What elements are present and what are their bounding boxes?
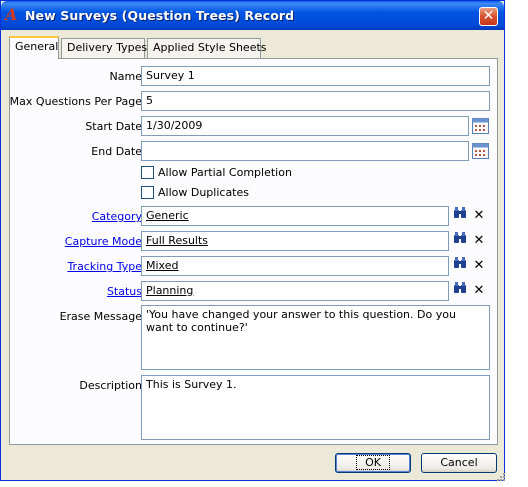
ok-button-label: OK	[356, 455, 390, 470]
window-title: New Surveys (Question Trees) Record	[25, 8, 295, 23]
binoculars-icon[interactable]	[451, 256, 469, 275]
app-logo-icon: A	[5, 5, 18, 24]
description-textarea[interactable]: This is Survey 1.	[141, 375, 490, 440]
category-link[interactable]: Category	[92, 210, 142, 223]
calendar-icon[interactable]	[471, 141, 490, 160]
clear-x-icon[interactable]: ✕	[470, 206, 488, 225]
start-date-field[interactable]: 1/30/2009	[141, 116, 469, 136]
tracking-type-link[interactable]: Tracking Type	[67, 260, 142, 273]
clear-x-icon[interactable]: ✕	[470, 231, 488, 250]
max-questions-label: Max Questions Per Page	[9, 95, 142, 108]
binoculars-icon[interactable]	[451, 231, 469, 250]
allow-partial-label[interactable]: Allow Partial Completion	[158, 166, 292, 179]
status-field[interactable]: Planning	[141, 281, 449, 301]
tab-general[interactable]: General	[9, 36, 59, 59]
calendar-icon[interactable]	[471, 116, 490, 135]
ok-button[interactable]: OK	[335, 453, 411, 473]
tab-delivery-types[interactable]: Delivery Types	[61, 38, 147, 58]
name-label: Name	[109, 70, 142, 83]
close-button[interactable]: ✕	[479, 7, 498, 26]
binoculars-icon[interactable]	[451, 281, 469, 300]
allow-duplicates-label[interactable]: Allow Duplicates	[158, 186, 249, 199]
close-icon: ✕	[482, 8, 495, 24]
end-date-field[interactable]	[141, 141, 469, 161]
clear-x-icon[interactable]: ✕	[470, 256, 488, 275]
tracking-type-field[interactable]: Mixed	[141, 256, 449, 276]
capture-mode-field[interactable]: Full Results	[141, 231, 449, 251]
name-field[interactable]: Survey 1	[141, 66, 490, 86]
end-date-label: End Date	[91, 145, 142, 158]
cancel-button[interactable]: Cancel	[421, 453, 497, 473]
allow-duplicates-checkbox[interactable]	[141, 186, 154, 199]
clear-x-icon[interactable]: ✕	[470, 281, 488, 300]
max-questions-field[interactable]: 5	[141, 91, 490, 111]
erase-message-textarea[interactable]: 'You have changed your answer to this qu…	[141, 305, 490, 370]
start-date-label: Start Date	[85, 120, 142, 133]
tab-applied-style-sheets[interactable]: Applied Style Sheets	[147, 38, 267, 58]
capture-mode-link[interactable]: Capture Mode	[65, 235, 142, 248]
erase-message-label: Erase Message	[59, 310, 142, 323]
title-bar[interactable]: A New Surveys (Question Trees) Record ✕	[1, 1, 504, 30]
resize-grip-icon[interactable]	[497, 473, 505, 481]
category-field[interactable]: Generic	[141, 206, 449, 226]
status-link[interactable]: Status	[107, 285, 142, 298]
description-label: Description	[79, 379, 142, 392]
allow-partial-checkbox[interactable]	[141, 166, 154, 179]
binoculars-icon[interactable]	[451, 206, 469, 225]
dialog-window: A New Surveys (Question Trees) Record ✕ …	[0, 0, 505, 481]
